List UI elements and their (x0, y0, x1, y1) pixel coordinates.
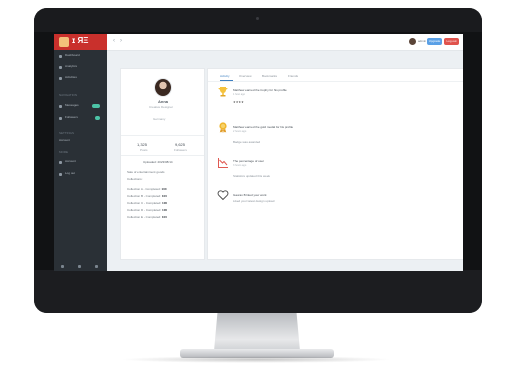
topbar: ‹ › admin Upgrade Log out (107, 34, 463, 51)
followers-count: 9,625 (175, 142, 186, 147)
tab-bookmarks[interactable]: Bookmarks (262, 74, 277, 78)
feed-title: Matthew earned the trophy for his profil… (233, 88, 287, 92)
collection-row: Collection B - Completed: 100 (127, 194, 167, 198)
sidebar-item-label: Messages (65, 103, 79, 107)
sidebar-item-analytics[interactable]: Analytics (54, 63, 107, 72)
followers-label: Followers (174, 148, 187, 152)
upgrade-button[interactable]: Upgrade (427, 38, 442, 45)
posts-label: Posts (140, 148, 148, 152)
logo-text: ɪ ЯΞ (72, 36, 89, 45)
dashboard-icon (59, 55, 62, 58)
profile-line: Collections: (127, 177, 143, 181)
medal-icon (219, 122, 227, 133)
feed-rating: ★★★★ (233, 100, 244, 104)
sidebar-item-label: Analytics (65, 64, 78, 68)
divider (121, 135, 204, 136)
sidebar-item-label: Followers (65, 115, 78, 119)
sidebar-item-label: Activities (65, 75, 77, 79)
sidebar-footer (54, 262, 107, 271)
sidebar-item-label: Dashboard (65, 53, 80, 57)
count-badge (92, 104, 100, 108)
posts-count: 1,325 (137, 142, 148, 147)
profile-name: Anna (158, 99, 168, 104)
user-name[interactable]: admin (418, 39, 426, 43)
monitor-chin (34, 270, 482, 313)
monitor-top-bezel (34, 8, 482, 32)
screen: ɪ ЯΞ Dashboard Analytics Activities NAVI… (54, 34, 463, 271)
forward-arrow-icon[interactable]: › (120, 38, 122, 44)
logo-mark-icon (59, 37, 69, 47)
collection-row: Collection E - Completed: 100 (127, 215, 167, 219)
sidebar-item-account[interactable]: Account (54, 158, 107, 167)
sidebar-section-heading: NAVIGATION (59, 93, 78, 97)
collection-row: Collection A - Completed: 100 (127, 187, 167, 191)
feed-title: The percentage of user (233, 159, 265, 163)
heart-icon (217, 190, 229, 201)
mail-icon (59, 105, 62, 108)
feed-detail: Liked your latest design upload (233, 199, 275, 203)
upload-heading: Uploaded: 2023/08/14 (143, 160, 173, 164)
feed-time: 1 hour ago (233, 93, 245, 96)
sidebar-item-messages[interactable]: Messages (54, 102, 107, 111)
feed-time: 3 hours ago (233, 164, 247, 167)
sidebar: ɪ ЯΞ Dashboard Analytics Activities NAVI… (54, 34, 107, 271)
avatar[interactable] (409, 38, 416, 45)
profile-role: Creative Designer (149, 105, 174, 109)
logo[interactable]: ɪ ЯΞ (54, 34, 107, 50)
count-badge (95, 116, 100, 120)
sidebar-item-label: Account (65, 159, 76, 163)
sidebar-item-dashboard[interactable]: Dashboard (54, 52, 107, 61)
profile-card: Anna Creative Designer Germany 1,325 Pos… (120, 68, 205, 260)
analytics-icon (59, 66, 62, 69)
feed-title: Gaurav B liked your work (233, 193, 267, 197)
monitor-stand-neck (214, 313, 300, 351)
profile-location: Germany (153, 117, 166, 121)
feed-detail: Statistics updated this week (233, 174, 271, 178)
sidebar-item-logout[interactable]: Log out (54, 170, 107, 179)
feed-title: Matthew earned the gold medal for his pr… (233, 125, 294, 129)
power-icon[interactable] (95, 265, 98, 268)
sidebar-item-label: Log out (65, 171, 76, 175)
feed-time: 2 hours ago (233, 130, 247, 133)
logout-button[interactable]: Log out (444, 38, 459, 45)
activity-panel: Activity Overview Bookmarks Friends Matt… (207, 68, 463, 260)
stand-shadow (120, 356, 392, 363)
collection-row: Collection C - Completed: 100 (127, 201, 168, 205)
activity-icon (59, 77, 62, 80)
collection-row: Collection D - Completed: 100 (127, 208, 168, 212)
lock-icon[interactable] (78, 265, 81, 268)
chart-down-icon (218, 158, 228, 168)
divider (121, 155, 204, 156)
users-icon (59, 117, 62, 120)
webcam (256, 17, 259, 20)
tab-overview[interactable]: Overview (239, 74, 252, 78)
user-icon (59, 161, 62, 164)
sidebar-section-heading: MORE (59, 150, 68, 154)
tabs-divider (208, 81, 463, 82)
sidebar-section-heading: SETTINGS (59, 131, 75, 135)
tab-activity[interactable]: Activity (220, 74, 230, 78)
sidebar-item-activities[interactable]: Activities (54, 74, 107, 83)
profile-avatar (154, 78, 172, 97)
power-icon (59, 173, 62, 176)
feed-detail: Badge was awarded (233, 140, 261, 144)
sidebar-link[interactable]: Account (59, 138, 70, 142)
sidebar-item-followers[interactable]: Followers (54, 114, 107, 123)
back-arrow-icon[interactable]: ‹ (113, 38, 115, 44)
trophy-icon (218, 87, 228, 97)
settings-icon[interactable] (61, 265, 64, 268)
tab-friends[interactable]: Friends (288, 74, 298, 78)
profile-line: Sale of entertainment goods (127, 170, 165, 174)
